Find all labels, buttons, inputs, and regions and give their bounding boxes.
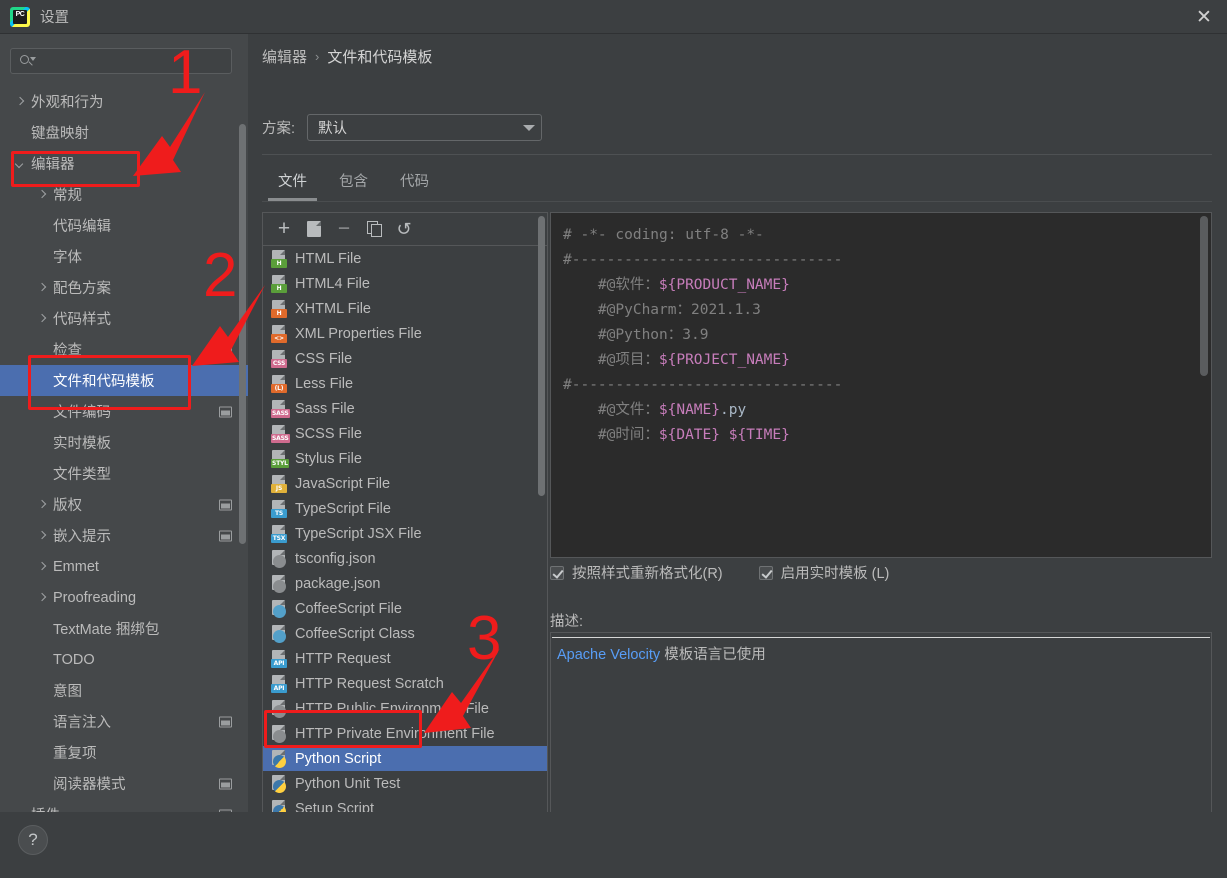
settings-dialog: PC 设置 ✕ 外观和行为 键盘映射 编辑器 常规 代码编辑 字体 配色方案 代码样式 检查 文件… xyxy=(0,0,1227,878)
annotation-arrow-3 xyxy=(424,648,500,733)
